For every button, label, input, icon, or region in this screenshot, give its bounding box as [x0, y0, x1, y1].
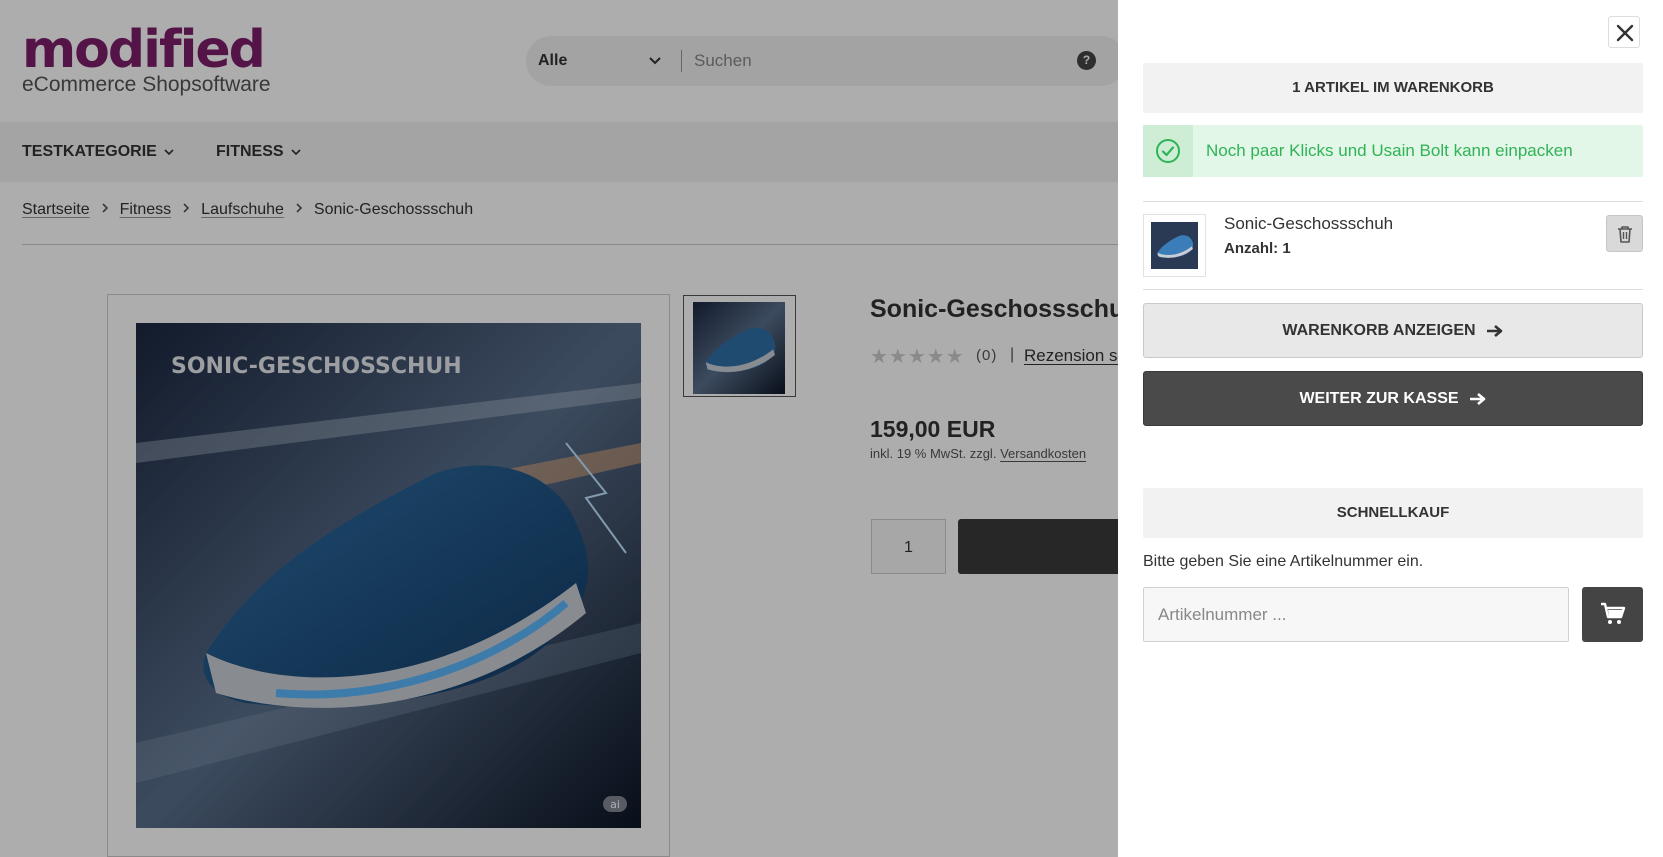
alert-message: Noch paar Klicks und Usain Bolt kann ein…: [1206, 141, 1573, 160]
cart-item-thumbnail[interactable]: [1143, 214, 1206, 277]
arrow-right-icon: [1469, 392, 1485, 405]
view-cart-label: WARENKORB ANZEIGEN: [1282, 322, 1476, 339]
view-cart-button[interactable]: WARENKORB ANZEIGEN: [1143, 303, 1643, 358]
close-icon: [1616, 24, 1634, 42]
check-circle-icon: [1156, 139, 1180, 163]
success-alert: Noch paar Klicks und Usain Bolt kann ein…: [1143, 125, 1643, 177]
alert-icon-box: [1143, 125, 1193, 177]
cart-item-quantity: Anzahl: 1: [1224, 240, 1291, 257]
quick-buy-cart-button[interactable]: [1582, 587, 1643, 642]
divider: [1143, 289, 1643, 290]
article-number-input[interactable]: [1143, 587, 1569, 642]
checkout-button[interactable]: WEITER ZUR KASSE: [1143, 371, 1643, 426]
divider: [1143, 201, 1643, 202]
quick-buy-help: Bitte geben Sie eine Artikelnummer ein.: [1143, 553, 1424, 570]
cart-item-name[interactable]: Sonic-Geschossschuh: [1224, 214, 1393, 234]
arrow-right-icon: [1486, 324, 1502, 337]
trash-icon: [1618, 226, 1632, 243]
remove-item-button[interactable]: [1606, 215, 1643, 252]
checkout-label: WEITER ZUR KASSE: [1299, 390, 1459, 407]
cart-count-header: 1 ARTIKEL IM WARENKORB: [1143, 63, 1643, 113]
close-button[interactable]: [1608, 16, 1640, 48]
quick-buy-header: SCHNELLKAUF: [1143, 488, 1643, 538]
cart-item-image: [1151, 222, 1198, 269]
cart-icon: [1601, 602, 1626, 624]
